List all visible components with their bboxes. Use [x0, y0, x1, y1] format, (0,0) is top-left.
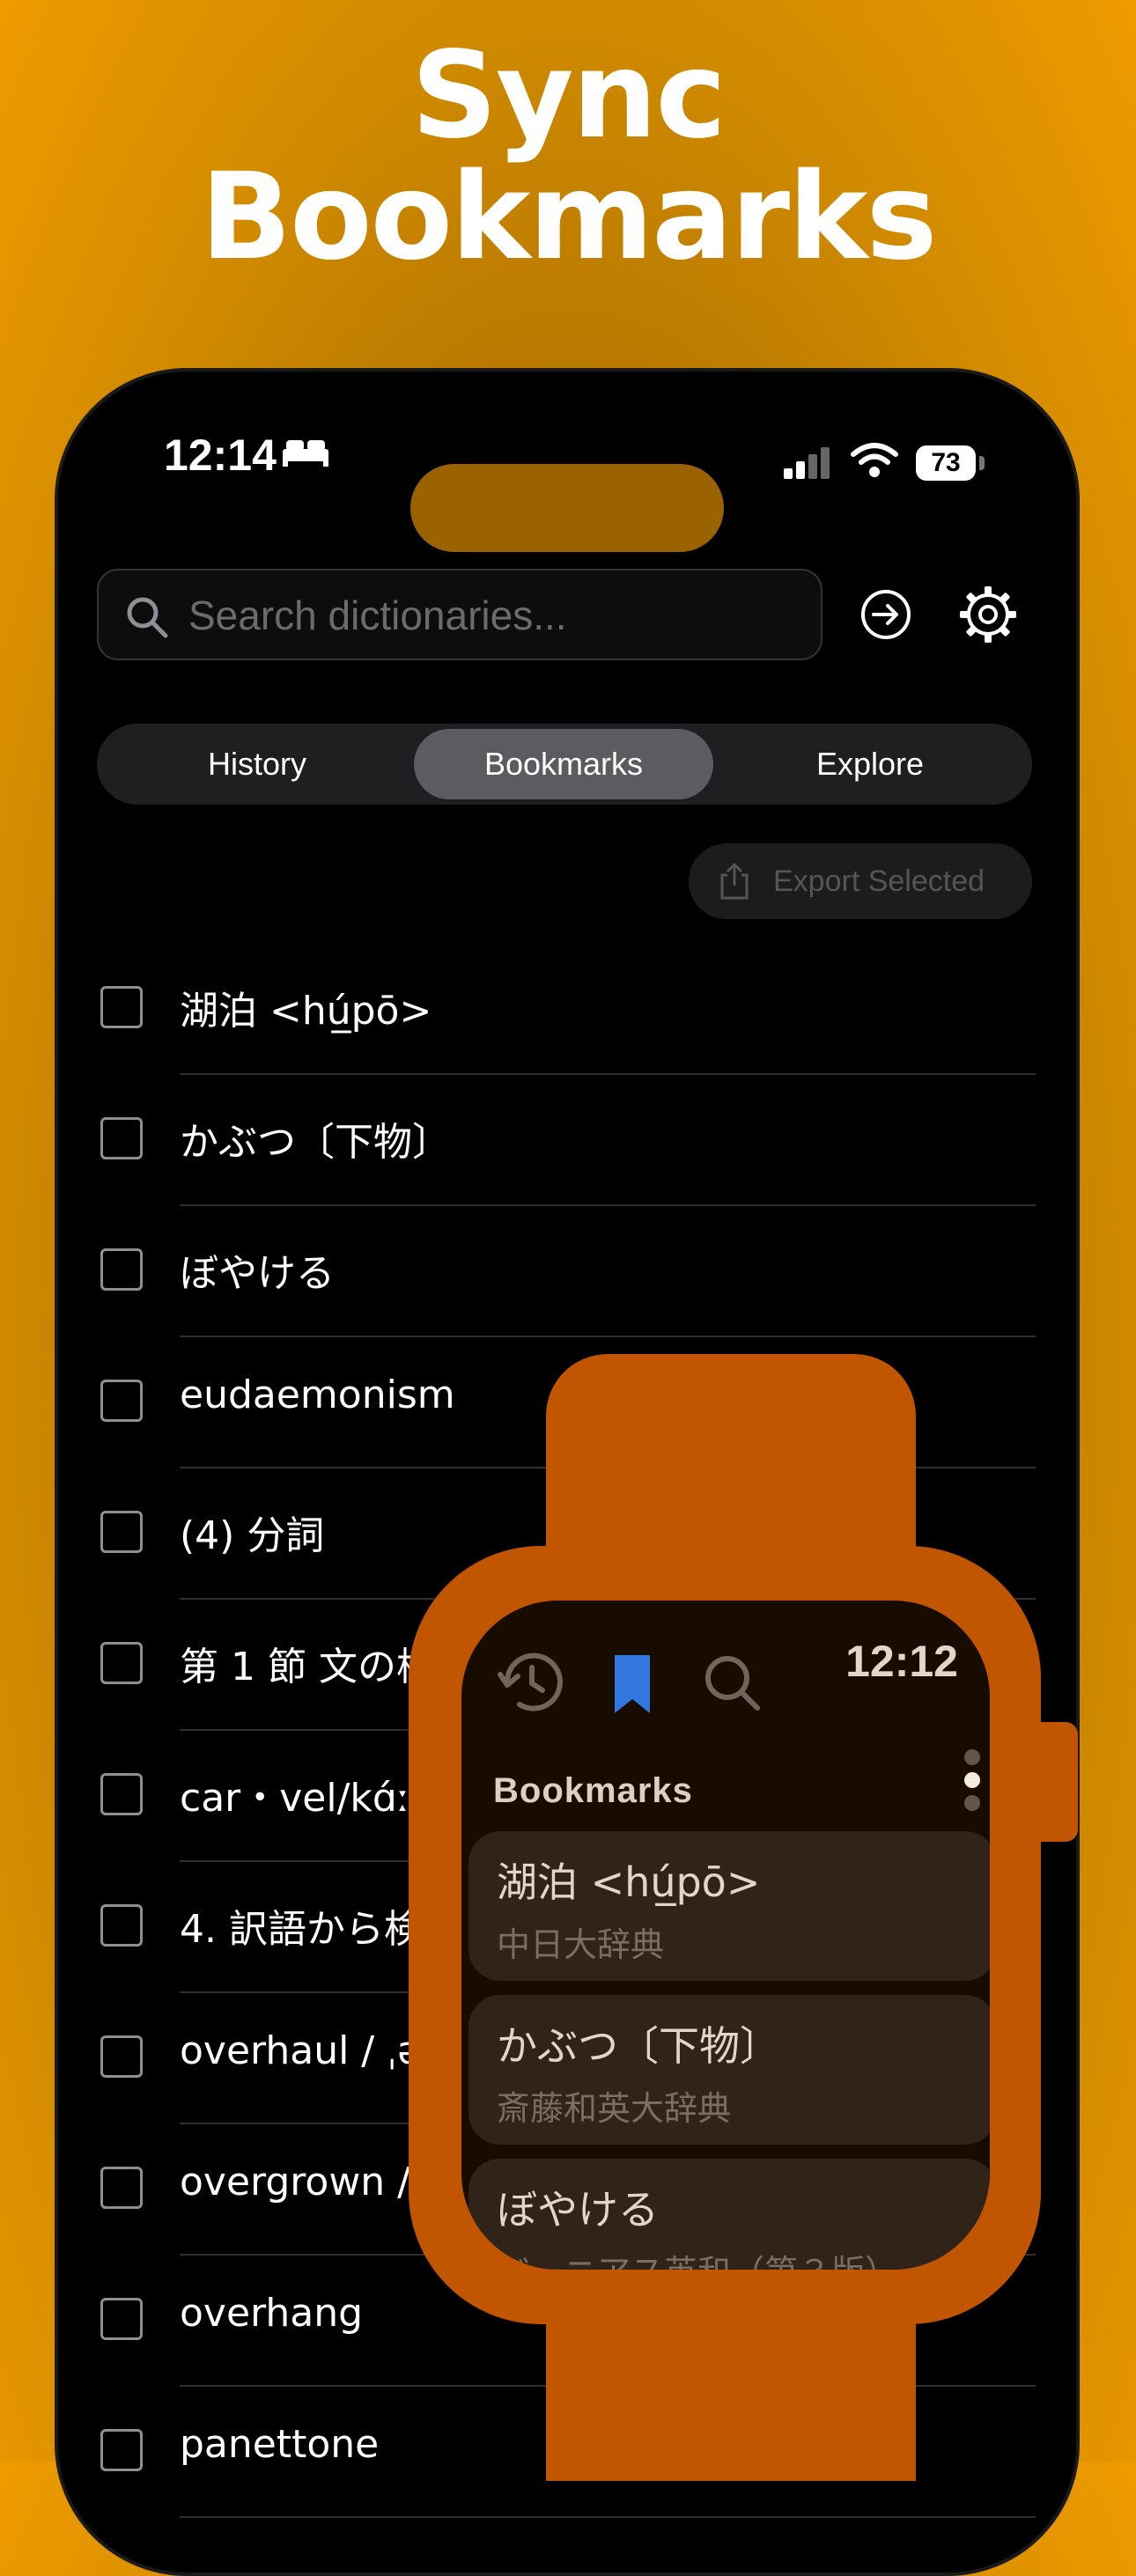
- cellular-signal-icon: [784, 447, 830, 479]
- search-icon: [127, 597, 168, 638]
- watch-card-title: ぼやける: [497, 2186, 659, 2234]
- sleep-focus-icon: [283, 440, 328, 467]
- tab-bookmarks[interactable]: Bookmarks: [414, 729, 713, 799]
- list-item[interactable]: ぼやける: [58, 1206, 1076, 1337]
- checkbox[interactable]: [100, 1117, 143, 1159]
- bookmark-label: panettone: [180, 2422, 380, 2467]
- watch-card-subtitle: ジーニアス英和（第３版）: [497, 2245, 898, 2270]
- headline-line2: Bookmarks: [200, 148, 938, 287]
- watch-card-subtitle: 斎藤和英大辞典: [497, 2089, 732, 2128]
- watch-crown: [1022, 1722, 1078, 1842]
- watch-card-subtitle: 中日大辞典: [497, 1925, 665, 1964]
- search-input[interactable]: [187, 588, 807, 643]
- arrow-circle-icon[interactable]: [858, 586, 914, 643]
- list-item[interactable]: かぶつ〔下物〕: [58, 1075, 1076, 1206]
- status-time: 12:14: [164, 431, 277, 480]
- apple-watch: 12:12 Bookmarks 湖泊 <hú̲pō> 中日大辞典 かぶつ〔下物〕: [409, 1354, 1083, 2481]
- watch-bookmark-card[interactable]: 湖泊 <hú̲pō> 中日大辞典: [468, 1831, 990, 1981]
- checkbox[interactable]: [100, 1248, 143, 1291]
- tab-history[interactable]: History: [107, 729, 407, 799]
- battery-indicator: 73: [916, 445, 976, 481]
- page-indicator: [964, 1749, 980, 1811]
- bookmark-icon[interactable]: [615, 1655, 650, 1713]
- checkbox[interactable]: [100, 1904, 143, 1947]
- checkbox[interactable]: [100, 1380, 143, 1422]
- list-item[interactable]: 湖泊 <hú̲pō>: [58, 944, 1076, 1075]
- export-selected-button[interactable]: Export Selected: [689, 843, 1032, 919]
- tab-explore[interactable]: Explore: [720, 729, 1020, 799]
- wifi-icon: [851, 443, 898, 477]
- tab-segmented-control: History Bookmarks Explore: [97, 724, 1032, 805]
- watch-card-title: かぶつ〔下物〕: [497, 2022, 780, 2070]
- bookmark-label: overhang: [180, 2291, 364, 2336]
- checkbox[interactable]: [100, 2035, 143, 2078]
- checkbox[interactable]: [100, 2298, 143, 2340]
- watch-toolbar: [498, 1652, 760, 1713]
- checkbox[interactable]: [100, 986, 143, 1028]
- dynamic-island: [410, 464, 724, 552]
- checkbox[interactable]: [100, 1773, 143, 1815]
- watch-bookmark-card[interactable]: かぶつ〔下物〕 斎藤和英大辞典: [468, 1995, 990, 2145]
- search-field[interactable]: [97, 569, 822, 660]
- share-icon: [720, 862, 749, 900]
- bookmark-label: かぶつ〔下物〕: [180, 1120, 451, 1165]
- watch-bookmark-card[interactable]: ぼやける ジーニアス英和（第３版）: [468, 2159, 990, 2270]
- divider: [180, 2516, 1036, 2518]
- checkbox[interactable]: [100, 1511, 143, 1553]
- watch-title: Bookmarks: [493, 1771, 693, 1810]
- status-bar: 12:14 73: [58, 428, 1076, 552]
- bookmark-label: (4) 分詞: [180, 1513, 325, 1558]
- watch-card-title: 湖泊 <hú̲pō>: [497, 1858, 761, 1906]
- battery-tip: [979, 456, 985, 470]
- search-icon[interactable]: [705, 1656, 760, 1711]
- gear-icon[interactable]: [956, 583, 1020, 646]
- watch-time: 12:12: [845, 1637, 958, 1686]
- bookmark-label: ぼやける: [180, 1251, 335, 1296]
- checkbox[interactable]: [100, 2429, 143, 2471]
- checkbox[interactable]: [100, 1642, 143, 1684]
- checkbox[interactable]: [100, 2167, 143, 2209]
- headline-line1: Sync: [410, 26, 727, 166]
- bookmark-label: 湖泊 <hú̲pō>: [180, 989, 432, 1034]
- history-icon[interactable]: [498, 1652, 563, 1711]
- headline: Sync Bookmarks: [0, 35, 1136, 278]
- export-selected-label: Export Selected: [773, 865, 985, 898]
- watch-screen: 12:12 Bookmarks 湖泊 <hú̲pō> 中日大辞典 かぶつ〔下物〕: [461, 1601, 990, 2270]
